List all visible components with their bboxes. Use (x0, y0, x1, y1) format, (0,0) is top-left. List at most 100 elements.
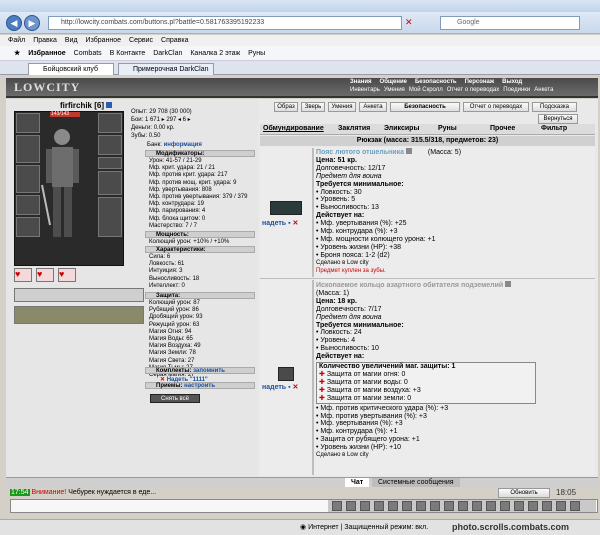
protection-header[interactable]: Защита: (145, 292, 255, 299)
menu-knowledge[interactable]: Знания (350, 79, 372, 85)
armor-slot[interactable] (16, 165, 40, 193)
modifiers-header[interactable]: Модификаторы: (145, 150, 255, 157)
plus-icon[interactable]: ✚ (319, 387, 325, 394)
menu-help[interactable]: Справка (161, 35, 188, 46)
tab-runes[interactable]: Руны (438, 125, 457, 132)
favorites-button[interactable]: ★ Избранное (14, 46, 66, 61)
characteristics-header[interactable]: Характеристики: (145, 246, 255, 253)
complect-wear-link[interactable]: ✕ Надеть "1111" (160, 376, 208, 383)
submenu-skills[interactable]: Умения (384, 87, 405, 93)
menu-view[interactable]: Вид (65, 35, 78, 46)
info-icon[interactable] (505, 281, 512, 287)
stop-icon[interactable]: ✕ (405, 17, 413, 28)
heart-slot-2[interactable]: ♥ (36, 268, 54, 282)
tab-fight-club[interactable]: Бойцовский клуб (28, 63, 114, 75)
quick-slots[interactable] (14, 288, 144, 302)
pet-button[interactable]: Зверь (301, 102, 325, 112)
menu-tools[interactable]: Сервис (129, 35, 153, 46)
menu-security[interactable]: Безопасность (415, 79, 457, 85)
heart-slot-1[interactable]: ♥ (14, 268, 32, 282)
transfers-button[interactable]: Отчет о переводах (463, 102, 529, 112)
fav-combats[interactable]: Combats (74, 46, 102, 61)
skills-button[interactable]: Умения (328, 102, 356, 112)
drop-icon[interactable]: ✕ (293, 220, 299, 227)
back-button[interactable]: ◀ (6, 15, 22, 31)
complects-header[interactable]: Комплекты: запомнить (145, 367, 255, 374)
submenu-scroll[interactable]: Мой Скролл (409, 87, 443, 93)
address-bar[interactable]: http://lowcity.combats.com/buttons.pl?ba… (48, 16, 402, 30)
bank-info-link[interactable]: информация (164, 142, 202, 148)
delete-icon[interactable]: ✕ (160, 377, 165, 383)
hint-button[interactable]: Подсказка (532, 102, 577, 112)
wear-button[interactable]: надеть ▪ ✕ (262, 219, 298, 227)
lock-icon[interactable]: ▪ (288, 220, 290, 227)
drop-icon[interactable]: ✕ (293, 384, 299, 391)
belt-slot[interactable] (16, 195, 40, 215)
tab-filter[interactable]: Фильтр (541, 125, 567, 132)
submenu-transfers[interactable]: Отчет о переводах (447, 87, 500, 93)
amulet-slot[interactable] (98, 135, 122, 155)
toolbar-icon[interactable] (346, 501, 356, 511)
weapon-slot[interactable] (16, 135, 40, 163)
earrings-slot[interactable] (98, 113, 122, 133)
ring-slot-1[interactable] (98, 157, 122, 169)
fav-darkclan[interactable]: DarkClan (153, 46, 182, 61)
techniques-setup-link[interactable]: настроить (184, 383, 215, 389)
forward-button[interactable]: ▶ (24, 15, 40, 31)
menu-character[interactable]: Персонаж (465, 79, 495, 85)
tab-fitting-room[interactable]: Примерочная DarkClan (118, 63, 214, 75)
tab-spells[interactable]: Заклятия (338, 125, 370, 132)
shield-slot[interactable] (98, 171, 122, 195)
submenu-profile[interactable]: Анкета (534, 87, 553, 93)
toolbar-icon[interactable] (486, 501, 496, 511)
heart-slot-3[interactable]: ♥ (58, 268, 76, 282)
fav-kanalka[interactable]: Каналка 2 этаж (190, 46, 240, 61)
gloves-slot[interactable] (16, 217, 40, 237)
toolbar-icon[interactable] (430, 501, 440, 511)
plus-icon[interactable]: ✚ (319, 379, 325, 386)
toolbar-icon[interactable] (528, 501, 538, 511)
info-icon[interactable] (405, 148, 412, 154)
wear-button[interactable]: надеть ▪ ✕ (262, 383, 298, 391)
rune-slots[interactable] (14, 306, 144, 324)
plus-icon[interactable]: ✚ (319, 395, 325, 402)
tab-elixirs[interactable]: Эликсиры (384, 125, 419, 132)
tab-system-messages[interactable]: Системные сообщения (372, 478, 460, 487)
item-1-name[interactable]: Пояс лютого отшельника (316, 149, 404, 156)
refresh-button[interactable]: Обновить (498, 488, 550, 498)
search-input[interactable]: Google (440, 16, 580, 30)
toolbar-icon[interactable] (556, 501, 566, 511)
toolbar-icon[interactable] (542, 501, 552, 511)
complects-remember-link[interactable]: запомнить (193, 368, 225, 374)
menu-favorites[interactable]: Избранное (86, 35, 121, 46)
toolbar-icon[interactable] (570, 501, 580, 511)
power-header[interactable]: Мощность: (145, 231, 255, 238)
boots-slot[interactable] (98, 197, 122, 237)
tab-chat[interactable]: Чат (345, 478, 370, 487)
fav-runes[interactable]: Руны (248, 46, 265, 61)
submenu-inventory[interactable]: Инвентарь (350, 87, 380, 93)
toolbar-icon[interactable] (388, 501, 398, 511)
toolbar-icon[interactable] (500, 501, 510, 511)
return-button[interactable]: Вернуться (538, 114, 578, 124)
toolbar-icon[interactable] (458, 501, 468, 511)
menu-file[interactable]: Файл (8, 35, 25, 46)
image-button[interactable]: Образ (274, 102, 298, 112)
menu-edit[interactable]: Правка (33, 35, 57, 46)
toolbar-icon[interactable] (332, 501, 342, 511)
toolbar-icon[interactable] (360, 501, 370, 511)
menu-exit[interactable]: Выход (502, 79, 522, 85)
helmet-slot[interactable] (16, 113, 40, 133)
fav-vkontakte[interactable]: В Контакте (110, 46, 146, 61)
item-2-name[interactable]: Ископаемое кольцо азартного обитателя по… (316, 282, 503, 289)
toolbar-icon[interactable] (402, 501, 412, 511)
lock-icon[interactable]: ▪ (288, 384, 290, 391)
toolbar-icon[interactable] (514, 501, 524, 511)
profile-button[interactable]: Анкета (359, 102, 387, 112)
toolbar-icon[interactable] (374, 501, 384, 511)
menu-communication[interactable]: Общение (380, 79, 407, 85)
security-button[interactable]: Безопасность (390, 102, 460, 112)
plus-icon[interactable]: ✚ (319, 371, 325, 378)
tab-equipment[interactable]: Обмундирование (263, 125, 324, 132)
toolbar-icon[interactable] (472, 501, 482, 511)
